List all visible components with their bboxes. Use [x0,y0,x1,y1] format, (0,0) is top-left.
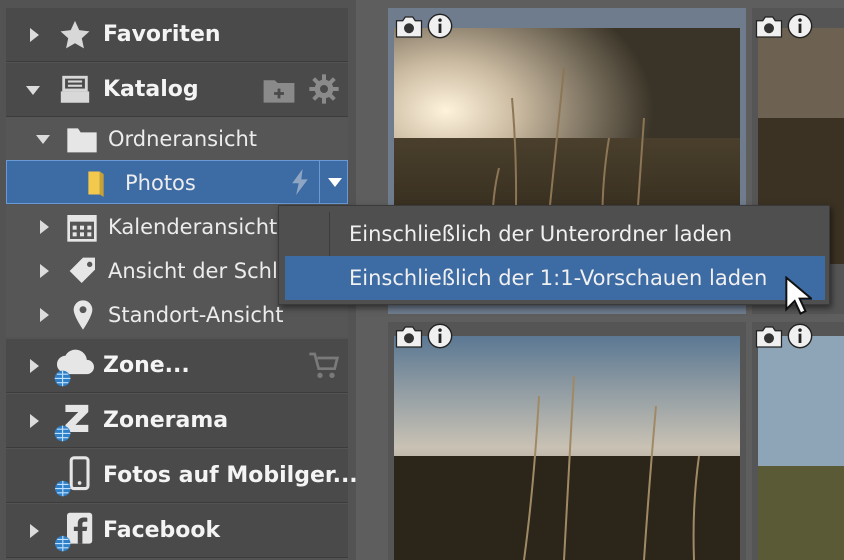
section-favorites[interactable]: Favoriten [6,8,348,62]
lightning-icon[interactable] [289,169,311,195]
info-icon[interactable] [426,12,454,40]
tree-item-label: Standort-Ansicht [108,303,284,327]
catalog-icon [60,75,90,103]
location-pin-icon [73,300,93,330]
collapse-arrow-icon[interactable] [26,86,40,95]
thumbnail-tile[interactable] [388,322,746,560]
section-facebook-label: Facebook [103,518,221,543]
menu-item-label: Einschließlich der 1:1-Vorschauen laden [349,266,768,290]
cloud-icon [54,349,94,387]
section-favorites-label: Favoriten [103,22,221,47]
tag-icon [69,257,95,283]
section-mobile-devices-label: Fotos auf Mobilger... [103,463,358,488]
section-zonerama-label: Zonerama [103,408,229,433]
section-zoner-cloud-label: Zone... [103,353,190,378]
cart-icon[interactable] [308,351,340,381]
camera-icon [395,16,423,38]
expand-arrow-icon[interactable] [30,524,39,538]
star-icon [60,20,90,49]
calendar-icon [67,215,97,242]
info-icon[interactable] [786,322,814,350]
tree-item-label: Photos [125,171,196,195]
mouse-cursor-icon [785,276,812,315]
tree-item-folder-view[interactable]: Ordneransicht [6,117,348,161]
folder-yellow-icon [88,171,104,197]
section-zonerama[interactable]: Zonerama [6,394,348,448]
add-folder-icon[interactable] [262,76,296,104]
expand-arrow-icon[interactable] [40,220,49,234]
folder-icon [67,128,97,153]
info-icon[interactable] [426,322,454,350]
section-facebook[interactable]: Facebook [6,504,348,558]
split-divider [319,161,320,203]
thumbnail-tile[interactable] [752,322,844,560]
expand-arrow-icon[interactable] [40,264,49,278]
expand-arrow-icon[interactable] [30,28,39,42]
landscape-photo-image [758,336,844,560]
gear-icon[interactable] [308,73,340,105]
tree-item-label: Ansicht der Schl [108,259,278,283]
thumbnail-image[interactable] [758,336,844,560]
expand-arrow-icon[interactable] [30,359,39,373]
tree-item-label: Ordneransicht [108,127,258,151]
tree-item-label: Kalenderansicht [108,215,278,239]
section-catalog[interactable]: Katalog [6,63,348,117]
tree-item-photos[interactable]: Photos [6,160,348,204]
menu-item-include-previews[interactable]: Einschließlich der 1:1-Vorschauen laden [285,256,825,300]
phone-icon [55,456,90,497]
camera-icon [755,16,783,38]
menu-item-include-subfolders[interactable]: Einschließlich der Unterordner laden [285,212,825,256]
thumbnail-image[interactable] [394,336,740,560]
camera-icon [755,326,783,348]
info-icon[interactable] [786,12,814,40]
menu-item-label: Einschließlich der Unterordner laden [349,222,733,246]
expand-arrow-icon[interactable] [40,308,49,322]
zonerama-icon [54,404,89,442]
context-menu: Einschließlich der Unterordner laden Ein… [278,205,830,305]
facebook-icon [55,512,93,552]
expand-arrow-icon[interactable] [30,414,39,428]
section-zoner-cloud[interactable]: Zone... [6,339,348,393]
section-catalog-label: Katalog [103,77,199,102]
section-mobile-devices[interactable]: Fotos auf Mobilger... [6,449,358,503]
grass-photo-image [394,336,740,560]
camera-icon [395,326,423,348]
collapse-arrow-icon[interactable] [36,135,50,144]
dropdown-arrow-icon[interactable] [328,178,342,187]
